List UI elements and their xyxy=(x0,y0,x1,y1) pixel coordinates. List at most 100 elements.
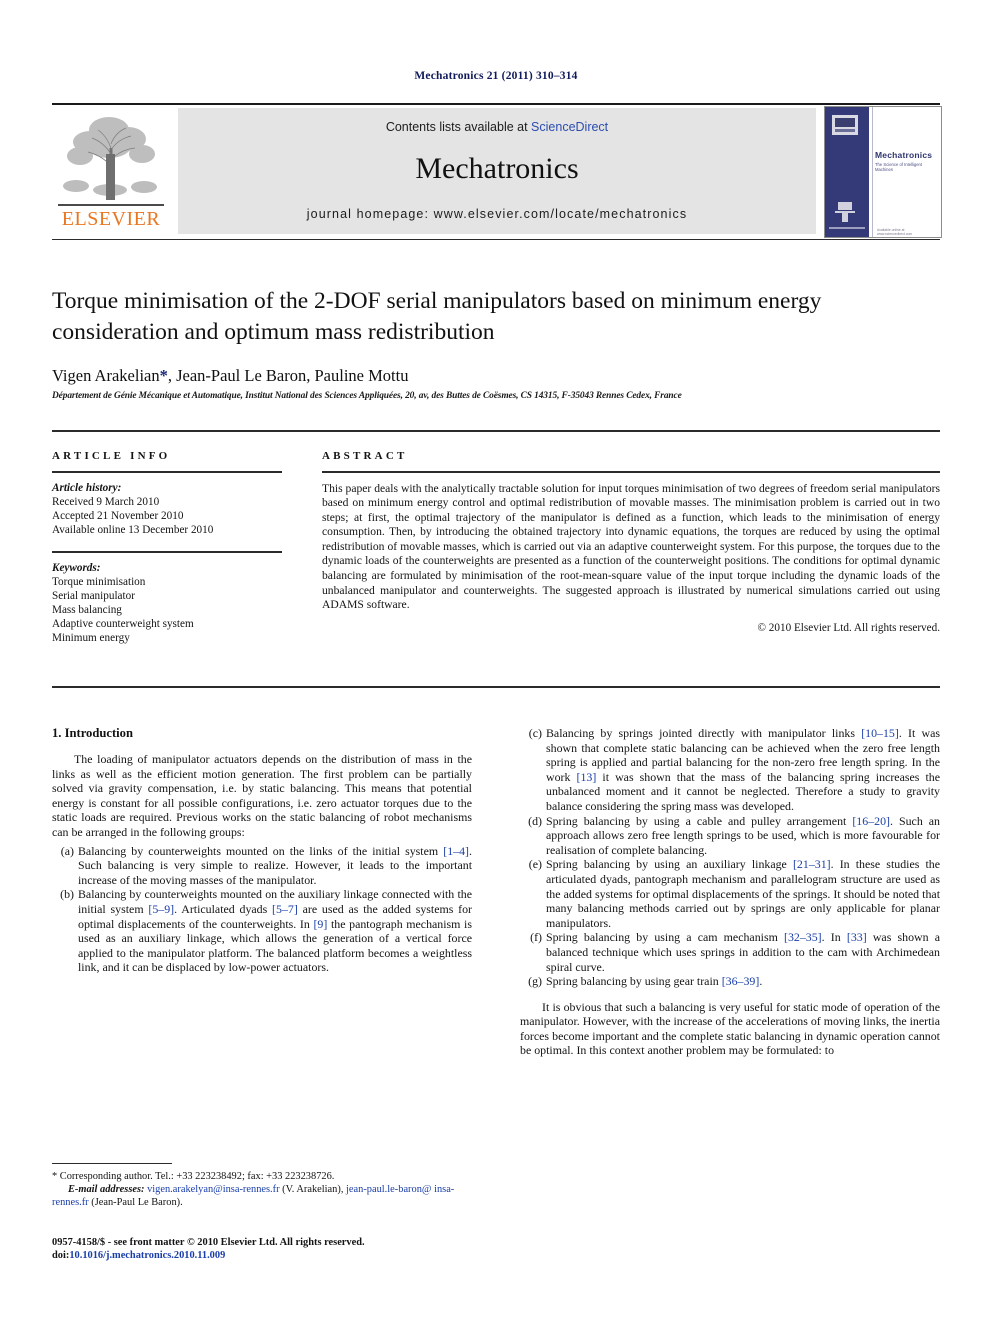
list-item-text: Balancing by counterweights mounted on t… xyxy=(78,843,444,858)
citation-link[interactable]: [36–39] xyxy=(722,974,760,988)
contents-prefix: Contents lists available at xyxy=(385,120,532,134)
citation-link[interactable]: [5–9] xyxy=(148,902,174,916)
keyword-item: Adaptive counterweight system xyxy=(52,618,194,631)
citation-link[interactable]: [10–15] xyxy=(861,726,899,740)
sciencedirect-link[interactable]: ScienceDirect xyxy=(531,120,608,134)
list-item: (a) Balancing by counterweights mounted o… xyxy=(52,844,472,888)
list-item: (c) Balancing by springs jointed directly… xyxy=(520,726,940,814)
citation-link[interactable]: [1–4] xyxy=(443,844,469,858)
journal-masthead: ELSEVIER Contents lists available at Sci… xyxy=(52,104,942,238)
history-received: Received 9 March 2010 xyxy=(52,495,160,508)
cover-divider xyxy=(872,107,873,237)
list-item-text: . xyxy=(759,974,763,989)
author-primary: Vigen Arakelian xyxy=(52,366,160,385)
list-item: (b) Balancing by counterweights mounted o… xyxy=(52,887,472,975)
article-info-rule xyxy=(52,471,282,473)
abstract-block: ABSTRACT This paper deals with the analy… xyxy=(322,450,940,634)
list-item: (g) Spring balancing by using gear train … xyxy=(520,974,940,989)
history-available-online: Available online 13 December 2010 xyxy=(52,523,214,536)
affiliation: Département de Génie Mécanique et Automa… xyxy=(52,391,682,401)
list-item-text: Spring balancing by using an auxiliary l… xyxy=(546,857,793,872)
list-item-marker: (g) xyxy=(528,974,542,989)
citation-link[interactable]: [21–31] xyxy=(793,857,831,871)
footnote-block: * Corresponding author. Tel.: +33 223238… xyxy=(52,1170,472,1210)
list-item-text: . In xyxy=(821,930,847,945)
section-heading-introduction: 1. Introduction xyxy=(52,726,133,740)
publication-footer: 0957-4158/$ - see front matter © 2010 El… xyxy=(52,1236,512,1263)
list-item-marker: (e) xyxy=(528,857,542,872)
page-title: Torque minimisation of the 2-DOF serial … xyxy=(52,288,822,345)
list-item-marker: (f) xyxy=(530,930,542,945)
list-item-marker: (c) xyxy=(528,726,542,740)
citation-link[interactable]: [9] xyxy=(313,917,327,931)
keyword-item: Serial manipulator xyxy=(52,589,135,602)
keyword-item: Mass balancing xyxy=(52,604,122,617)
corresponding-author-note: * Corresponding author. Tel.: +33 223238… xyxy=(52,1170,472,1183)
abstract-rule xyxy=(322,471,940,473)
corresponding-author-marker: * xyxy=(159,366,168,385)
corresponding-author-text: Corresponding author. Tel.: +33 22323849… xyxy=(57,1171,335,1182)
introduction-paragraph: The loading of manipulator actuators dep… xyxy=(52,752,472,839)
elsevier-tree-icon xyxy=(56,108,166,204)
masthead-bottom-rule xyxy=(52,239,940,240)
list-item-marker: (d) xyxy=(528,813,542,828)
logo-divider xyxy=(58,204,164,206)
keywords-label: Keywords: xyxy=(52,561,101,574)
citation-link[interactable]: [32–35] xyxy=(784,930,822,944)
contents-list-line: Contents lists available at ScienceDirec… xyxy=(178,120,816,134)
citation-link[interactable]: [33] xyxy=(847,930,867,944)
list-item: (d) Spring balancing by using a cable and… xyxy=(520,814,940,858)
elsevier-logo: ELSEVIER xyxy=(52,108,170,234)
journal-cover-thumbnail: Mechatronics The Science of Intelligent … xyxy=(824,106,942,238)
paper-page: Mechatronics 21 (2011) 310–314 ELSEVIER … xyxy=(0,0,992,1323)
keyword-item: Minimum energy xyxy=(52,632,130,645)
abstract-copyright: © 2010 Elsevier Ltd. All rights reserved… xyxy=(757,621,941,634)
elsevier-wordmark: ELSEVIER xyxy=(61,208,161,230)
article-info-heading: ARTICLE INFO xyxy=(52,450,171,462)
list-item-text: Spring balancing by using gear train xyxy=(546,974,722,989)
list-item-marker: (a) xyxy=(60,843,74,858)
doi-line: doi:10.1016/j.mechatronics.2010.11.009 xyxy=(52,1249,512,1262)
citation-link[interactable]: [16–20] xyxy=(852,814,890,828)
article-history-label: Article history: xyxy=(52,481,122,494)
abstract-text: This paper deals with the analytically t… xyxy=(322,481,940,612)
balancing-groups-list-right: (c) Balancing by springs jointed directly… xyxy=(520,726,940,989)
citation-link[interactable]: [13] xyxy=(577,770,597,784)
list-item-marker: (b) xyxy=(60,887,74,902)
email-owner-lebaron: (Jean-Paul Le Baron). xyxy=(88,1197,183,1209)
abstract-bottom-rule xyxy=(52,686,940,688)
ifac-logo-icon xyxy=(832,115,858,135)
list-item-text: . Articulated dyads xyxy=(174,901,273,916)
email-link-arakelian[interactable]: vigen.arakelyan@insa-rennes.fr xyxy=(147,1184,279,1195)
cover-journal-title: Mechatronics xyxy=(875,150,933,160)
running-head: Mechatronics 21 (2011) 310–314 xyxy=(414,70,578,82)
journal-banner: Contents lists available at ScienceDirec… xyxy=(178,108,816,234)
body-column-right: (c) Balancing by springs jointed directly… xyxy=(520,726,940,1062)
authors-remaining: , Jean-Paul Le Baron, Pauline Mottu xyxy=(167,366,409,385)
author-list: Vigen Arakelian*, Jean-Paul Le Baron, Pa… xyxy=(52,366,932,386)
issn-line: 0957-4158/$ - see front matter © 2010 El… xyxy=(52,1237,365,1248)
email-owner-arakelian: (V. Arakelian), xyxy=(279,1184,347,1196)
journal-homepage-link[interactable]: journal homepage: www.elsevier.com/locat… xyxy=(178,207,816,221)
list-item-text: Spring balancing by using a cam mechanis… xyxy=(546,930,784,945)
keyword-item: Torque minimisation xyxy=(52,575,146,588)
list-item: (e) Spring balancing by using an auxiliar… xyxy=(520,857,940,930)
introduction-closing-paragraph: It is obvious that such a balancing is v… xyxy=(520,999,940,1058)
article-info-block: ARTICLE INFO Article history: Received 9… xyxy=(52,450,282,646)
doi-prefix: doi: xyxy=(52,1250,70,1262)
keywords-rule xyxy=(52,551,282,553)
list-item-text: Spring balancing by using a cable and pu… xyxy=(546,813,853,828)
citation-link[interactable]: [5–7] xyxy=(272,902,298,916)
list-item-text: it was shown that the mass of the balanc… xyxy=(546,769,940,813)
list-item: (f) Spring balancing by using a cam mecha… xyxy=(520,930,940,974)
balancing-groups-list-left: (a) Balancing by counterweights mounted o… xyxy=(52,844,472,975)
cover-bottom-note: Available online at www.sciencedirect.co… xyxy=(877,228,913,236)
email-addresses-line: E-mail addresses: vigen.arakelyan@insa-r… xyxy=(52,1183,472,1209)
cover-emblem-icon xyxy=(834,202,856,224)
abstract-top-rule xyxy=(52,430,940,432)
email-label: E-mail addresses: xyxy=(68,1184,145,1196)
doi-link[interactable]: 10.1016/j.mechatronics.2010.11.009 xyxy=(69,1250,225,1261)
cover-foot-rule xyxy=(829,227,865,229)
list-item-text: Balancing by springs jointed directly wi… xyxy=(546,726,862,740)
footnote-rule xyxy=(52,1163,172,1164)
